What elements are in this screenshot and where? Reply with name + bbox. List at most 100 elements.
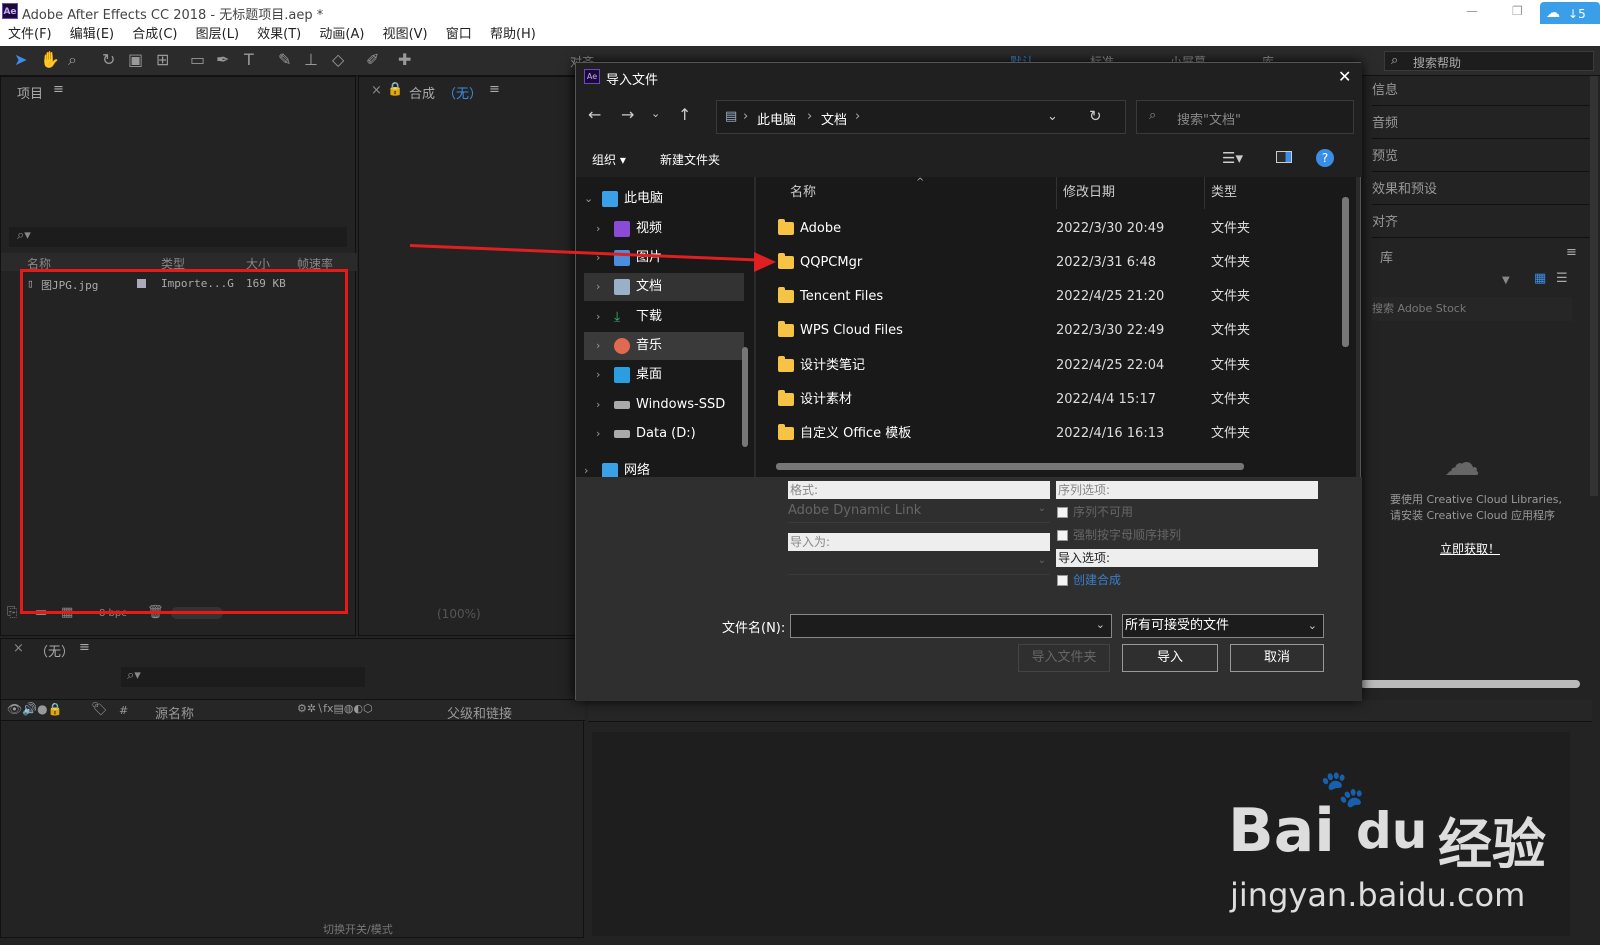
panel-menu-icon[interactable]: ≡ — [79, 640, 90, 655]
chevron-right-icon[interactable]: › — [596, 361, 600, 389]
back-arrow-icon[interactable]: ← — [588, 105, 601, 124]
recent-locations-icon[interactable]: ⌄ — [651, 107, 660, 120]
brush-tool-icon[interactable]: ✎ — [278, 50, 291, 69]
rectangle-tool-icon[interactable]: ▭ — [190, 50, 205, 69]
help-search-box[interactable]: ⌕ 搜索帮助 — [1384, 51, 1594, 71]
chevron-down-icon[interactable]: ⌄ — [584, 185, 593, 213]
tree-item-downloads[interactable]: › ⤓ 下载 — [584, 303, 744, 331]
camera-tool-icon[interactable]: ▣ — [128, 50, 143, 69]
tree-item-windows-ssd[interactable]: › Windows-SSD — [584, 391, 744, 419]
panel-menu-icon[interactable]: ≡ — [53, 82, 64, 97]
file-type-filter-select[interactable]: 所有可接受的文件 ⌄ — [1122, 614, 1324, 638]
menu-composition[interactable]: 合成(C) — [132, 24, 177, 46]
menu-view[interactable]: 视图(V) — [383, 24, 428, 46]
force-alphabetical-checkbox[interactable] — [1057, 530, 1068, 541]
eraser-tool-icon[interactable]: ◇ — [332, 50, 344, 69]
rotate-tool-icon[interactable]: ↻ — [102, 50, 115, 69]
preview-panel-tab[interactable]: 预览 — [1372, 142, 1592, 172]
pen-tool-icon[interactable]: ✒ — [216, 50, 229, 69]
timeline-zoom-slider[interactable] — [1360, 680, 1580, 688]
menu-window[interactable]: 窗口 — [446, 24, 472, 46]
forward-arrow-icon[interactable]: → — [621, 105, 634, 124]
create-composition-checkbox[interactable] — [1057, 575, 1068, 586]
roto-brush-tool-icon[interactable]: ✐ — [366, 50, 379, 69]
file-row-design-notes[interactable]: 设计类笔记 2022/4/25 22:04 文件夹 — [756, 349, 1336, 383]
vertical-scrollbar[interactable] — [1342, 197, 1349, 347]
file-row-office-templates[interactable]: 自定义 Office 模板 2022/4/16 16:13 文件夹 — [756, 417, 1336, 451]
puppet-pin-tool-icon[interactable]: ✚ — [398, 50, 411, 69]
tree-item-network[interactable]: › 网络 — [584, 457, 744, 477]
new-folder-button[interactable]: 新建文件夹 — [660, 151, 720, 168]
right-panel-scrollbar[interactable] — [1590, 76, 1598, 496]
import-as-select[interactable]: ⌄ — [788, 555, 1050, 575]
timeline-search-input[interactable]: ⌕▾ — [121, 667, 365, 687]
col-name-header[interactable]: 名称 — [790, 177, 816, 209]
toggle-switches-modes[interactable]: 切换开关/模式 — [323, 921, 393, 937]
chevron-right-icon[interactable]: › — [584, 457, 588, 477]
menu-animation[interactable]: 动画(A) — [319, 24, 364, 46]
organize-menu[interactable]: 组织 ▾ — [592, 151, 626, 168]
minimize-icon[interactable]: — — [1466, 4, 1478, 18]
refresh-icon[interactable]: ↻ — [1089, 107, 1102, 125]
align-panel-tab[interactable]: 对齐 — [1372, 208, 1592, 238]
cancel-button[interactable]: 取消 — [1230, 644, 1324, 672]
import-folder-button[interactable]: 导入文件夹 — [1018, 644, 1110, 672]
get-it-now-link[interactable]: 立即获取！ — [1440, 540, 1500, 557]
list-view-icon[interactable]: ☰ — [1556, 271, 1568, 286]
file-row-tencent-files[interactable]: Tencent Files 2022/4/25 21:20 文件夹 — [756, 280, 1336, 314]
menu-effect[interactable]: 效果(T) — [257, 24, 301, 46]
tree-item-videos[interactable]: › 视频 — [584, 215, 744, 243]
horizontal-scrollbar[interactable] — [776, 463, 1244, 470]
panel-menu-icon[interactable]: ≡ — [1566, 245, 1577, 260]
preview-pane-icon[interactable] — [1276, 151, 1292, 163]
breadcrumb-this-pc[interactable]: 此电脑 — [757, 109, 796, 128]
chevron-right-icon[interactable]: › — [596, 215, 600, 243]
selection-tool-icon[interactable]: ➤ — [14, 50, 27, 69]
tree-item-music[interactable]: › 音乐 — [584, 332, 744, 360]
zoom-level[interactable]: (100%) — [437, 607, 481, 621]
file-row-adobe[interactable]: Adobe 2022/3/30 20:49 文件夹 — [756, 212, 1336, 246]
chevron-right-icon[interactable]: › — [596, 332, 600, 360]
sequence-checkbox[interactable] — [1057, 507, 1068, 518]
interpret-footage-icon[interactable]: ⎘ — [7, 605, 17, 620]
text-tool-icon[interactable]: T — [244, 50, 254, 69]
help-icon[interactable]: ? — [1316, 149, 1334, 167]
tree-item-data-d[interactable]: › Data (D:) — [584, 420, 744, 448]
tree-item-desktop[interactable]: › 桌面 — [584, 361, 744, 389]
stock-search-input[interactable]: 搜索 Adobe Stock — [1372, 297, 1572, 321]
grid-view-icon[interactable]: ▦ — [1534, 271, 1546, 286]
library-dropdown-icon[interactable]: ▼ — [1502, 275, 1510, 286]
address-bar[interactable]: ▤ › 此电脑 › 文档 › ⌄ ↻ — [716, 100, 1126, 134]
file-row-wps-cloud[interactable]: WPS Cloud Files 2022/3/30 22:49 文件夹 — [756, 314, 1336, 348]
info-panel-tab[interactable]: 信息 — [1372, 76, 1592, 106]
col-date-header[interactable]: 修改日期 — [1056, 177, 1115, 209]
filename-input[interactable]: ⌄ — [790, 614, 1112, 638]
file-row-design-assets[interactable]: 设计素材 2022/4/4 15:17 文件夹 — [756, 383, 1336, 417]
panel-menu-icon[interactable]: ≡ — [489, 82, 500, 97]
up-arrow-icon[interactable]: ↑ — [678, 105, 691, 124]
col-type-header[interactable]: 类型 — [1204, 177, 1237, 209]
breadcrumb-documents[interactable]: 文档 — [821, 109, 847, 128]
zoom-tool-icon[interactable]: ⌕ — [68, 50, 77, 70]
history-dropdown-icon[interactable]: ⌄ — [1047, 109, 1058, 124]
chevron-right-icon[interactable]: › — [596, 420, 600, 448]
import-button[interactable]: 导入 — [1122, 644, 1218, 672]
menu-edit[interactable]: 编辑(E) — [70, 24, 114, 46]
close-icon[interactable]: ✕ — [1338, 67, 1351, 86]
close-icon[interactable]: × — [13, 641, 24, 656]
menu-layer[interactable]: 图层(L) — [196, 24, 239, 46]
chevron-right-icon[interactable]: › — [596, 303, 600, 331]
menu-help[interactable]: 帮助(H) — [490, 24, 536, 46]
chevron-right-icon[interactable]: › — [596, 391, 600, 419]
menu-file[interactable]: 文件(F) — [8, 24, 52, 46]
chevron-right-icon[interactable]: › — [596, 273, 600, 301]
col-source-name[interactable]: 源名称 — [155, 703, 194, 722]
hand-tool-icon[interactable]: ✋ — [40, 50, 60, 69]
tree-item-this-pc[interactable]: ⌄ 此电脑 — [584, 185, 744, 213]
col-parent-link[interactable]: 父级和链接 — [447, 703, 512, 722]
tree-item-documents[interactable]: › 文档 — [584, 273, 744, 301]
av-switches-icon[interactable]: 👁🔊●🔒 — [7, 702, 63, 716]
clone-stamp-tool-icon[interactable]: ⊥ — [304, 50, 318, 69]
pan-behind-tool-icon[interactable]: ⊞ — [156, 50, 169, 69]
folder-search-input[interactable]: ⌕ 搜索"文档" — [1136, 100, 1354, 134]
